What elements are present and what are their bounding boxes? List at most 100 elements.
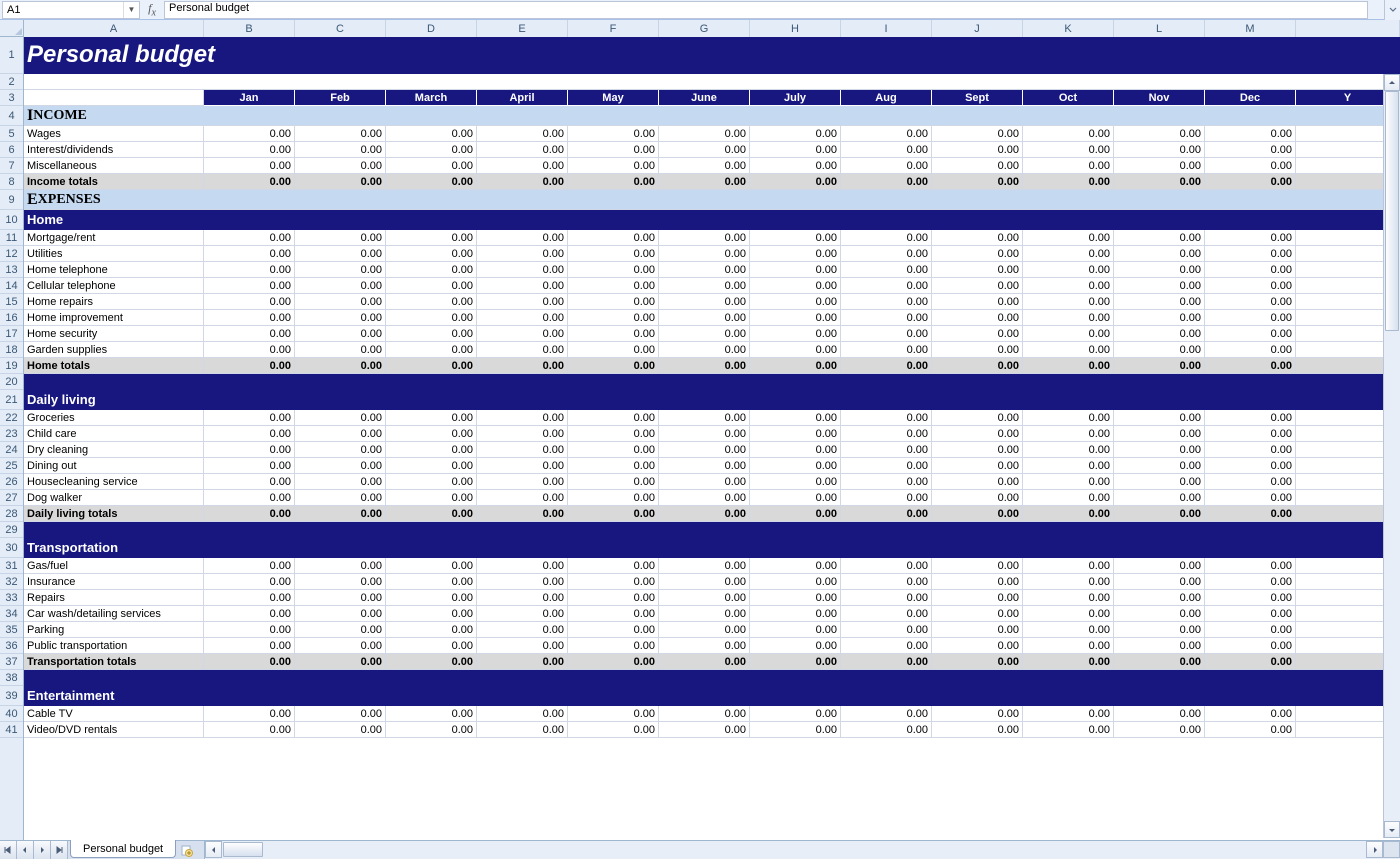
value-cell[interactable]: 0.00: [204, 558, 295, 574]
value-cell[interactable]: 0.00: [1114, 654, 1205, 670]
value-cell[interactable]: 0.00: [386, 342, 477, 358]
value-cell[interactable]: 0.00: [659, 126, 750, 142]
value-cell[interactable]: 0.00: [750, 342, 841, 358]
value-cell[interactable]: 0.00: [1114, 158, 1205, 174]
value-cell[interactable]: 0.00: [1205, 574, 1296, 590]
value-cell[interactable]: 0.00: [386, 590, 477, 606]
row-label-cell[interactable]: Wages: [24, 126, 204, 142]
column-header[interactable]: A: [24, 20, 204, 37]
value-cell[interactable]: 0.00: [386, 622, 477, 638]
scroll-down-icon[interactable]: [1384, 821, 1400, 838]
value-cell[interactable]: 0.00: [659, 326, 750, 342]
value-cell[interactable]: 0.00: [204, 310, 295, 326]
row-header[interactable]: 17: [0, 326, 23, 342]
value-cell[interactable]: 0.00: [204, 574, 295, 590]
row-label-cell[interactable]: Home security: [24, 326, 204, 342]
value-cell[interactable]: 0.00: [1023, 158, 1114, 174]
value-cell[interactable]: 0.00: [295, 638, 386, 654]
value-cell[interactable]: 0.00: [841, 490, 932, 506]
month-header-cell[interactable]: Aug: [841, 90, 932, 106]
value-cell[interactable]: 0.00: [295, 142, 386, 158]
row-header[interactable]: 24: [0, 442, 23, 458]
value-cell[interactable]: 0.00: [386, 410, 477, 426]
row-header[interactable]: 22: [0, 410, 23, 426]
value-cell[interactable]: 0.00: [568, 262, 659, 278]
value-cell[interactable]: 0.00: [386, 142, 477, 158]
category-header-cell[interactable]: Entertainment: [24, 686, 1400, 706]
value-cell[interactable]: 0.00: [841, 442, 932, 458]
row-label-cell[interactable]: Home repairs: [24, 294, 204, 310]
value-cell[interactable]: 0.00: [477, 126, 568, 142]
value-cell[interactable]: 0.00: [295, 426, 386, 442]
value-cell[interactable]: 0.00: [477, 174, 568, 190]
value-cell[interactable]: 0.00: [750, 442, 841, 458]
value-cell[interactable]: 0.00: [750, 474, 841, 490]
value-cell[interactable]: 0.00: [568, 126, 659, 142]
value-cell[interactable]: 0.00: [932, 142, 1023, 158]
value-cell[interactable]: 0.00: [568, 706, 659, 722]
value-cell[interactable]: 0.00: [386, 158, 477, 174]
value-cell[interactable]: 0.00: [295, 606, 386, 622]
value-cell[interactable]: 0.00: [386, 358, 477, 374]
value-cell[interactable]: 0.00: [1023, 638, 1114, 654]
value-cell[interactable]: 0.00: [659, 358, 750, 374]
month-header-cell[interactable]: Nov: [1114, 90, 1205, 106]
value-cell[interactable]: 0.00: [659, 442, 750, 458]
value-cell[interactable]: 0.00: [1023, 506, 1114, 522]
value-cell[interactable]: 0.00: [932, 230, 1023, 246]
value-cell[interactable]: 0.00: [386, 474, 477, 490]
value-cell[interactable]: 0.00: [568, 654, 659, 670]
value-cell[interactable]: 0.00: [659, 638, 750, 654]
row-label-cell[interactable]: Child care: [24, 426, 204, 442]
value-cell[interactable]: 0.00: [932, 622, 1023, 638]
value-cell[interactable]: 0.00: [750, 458, 841, 474]
value-cell[interactable]: 0.00: [1205, 246, 1296, 262]
row-header[interactable]: 2: [0, 74, 23, 90]
value-cell[interactable]: 0.00: [477, 426, 568, 442]
value-cell[interactable]: 0.00: [932, 326, 1023, 342]
value-cell[interactable]: 0.00: [204, 426, 295, 442]
value-cell[interactable]: 0.00: [659, 558, 750, 574]
row-label-cell[interactable]: Groceries: [24, 410, 204, 426]
row-label-cell[interactable]: Cable TV: [24, 706, 204, 722]
horizontal-scroll-thumb[interactable]: [223, 842, 263, 857]
row-header[interactable]: 5: [0, 126, 23, 142]
value-cell[interactable]: 0.00: [1023, 246, 1114, 262]
row-label-cell[interactable]: Video/DVD rentals: [24, 722, 204, 738]
value-cell[interactable]: 0.00: [750, 230, 841, 246]
value-cell[interactable]: 0.00: [295, 294, 386, 310]
value-cell[interactable]: 0.00: [1205, 342, 1296, 358]
value-cell[interactable]: 0.00: [1205, 606, 1296, 622]
row-header[interactable]: 9: [0, 190, 23, 210]
column-header[interactable]: B: [204, 20, 295, 37]
value-cell[interactable]: 0.00: [1205, 654, 1296, 670]
value-cell[interactable]: 0.00: [295, 246, 386, 262]
value-cell[interactable]: 0.00: [750, 358, 841, 374]
value-cell[interactable]: 0.00: [295, 310, 386, 326]
row-header[interactable]: 18: [0, 342, 23, 358]
value-cell[interactable]: 0.00: [204, 230, 295, 246]
tab-nav-first-icon[interactable]: [0, 841, 17, 859]
value-cell[interactable]: 0.00: [568, 622, 659, 638]
value-cell[interactable]: 0.00: [1114, 230, 1205, 246]
row-header[interactable]: 32: [0, 574, 23, 590]
value-cell[interactable]: 0.00: [932, 358, 1023, 374]
value-cell[interactable]: 0.00: [841, 246, 932, 262]
value-cell[interactable]: 0.00: [477, 358, 568, 374]
name-box-dropdown-icon[interactable]: ▼: [123, 2, 139, 18]
value-cell[interactable]: 0.00: [1023, 442, 1114, 458]
row-header[interactable]: 21: [0, 390, 23, 410]
row-header[interactable]: 4: [0, 106, 23, 126]
value-cell[interactable]: 0.00: [659, 294, 750, 310]
value-cell[interactable]: 0.00: [750, 326, 841, 342]
value-cell[interactable]: 0.00: [477, 294, 568, 310]
value-cell[interactable]: 0.00: [841, 310, 932, 326]
row-header[interactable]: 14: [0, 278, 23, 294]
value-cell[interactable]: 0.00: [568, 358, 659, 374]
value-cell[interactable]: 0.00: [477, 654, 568, 670]
value-cell[interactable]: 0.00: [1205, 262, 1296, 278]
value-cell[interactable]: 0.00: [1114, 358, 1205, 374]
row-label-cell[interactable]: Parking: [24, 622, 204, 638]
value-cell[interactable]: 0.00: [1205, 474, 1296, 490]
value-cell[interactable]: 0.00: [932, 262, 1023, 278]
